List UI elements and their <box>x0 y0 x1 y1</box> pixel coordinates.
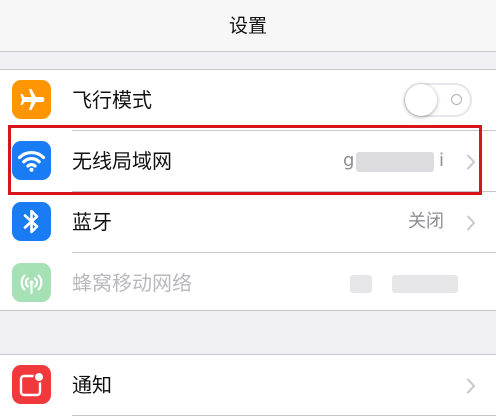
wifi-icon <box>12 141 51 180</box>
settings-row-airplane-mode: 飞行模式 <box>0 70 496 130</box>
row-divider <box>72 415 496 416</box>
settings-row-cellular: 蜂窝移动网络 <box>0 253 496 313</box>
wlan-network-name-start: g <box>343 150 355 171</box>
chevron-right-icon <box>467 378 475 394</box>
settings-group-connectivity: 飞行模式 无线局域网 g i 蓝牙 关闭 蜂窝移动网络 <box>0 69 496 311</box>
cellular-label: 蜂窝移动网络 <box>72 271 192 295</box>
bluetooth-status: 关闭 <box>408 211 444 232</box>
settings-group-notifications: 通知 <box>0 354 496 420</box>
wlan-network-name-end: i <box>439 150 445 171</box>
chevron-right-icon <box>467 154 475 170</box>
settings-row-bluetooth[interactable]: 蓝牙 关闭 <box>0 192 496 252</box>
page-title: 设置 <box>228 15 267 37</box>
wlan-network-name-redacted <box>356 152 434 172</box>
bluetooth-label: 蓝牙 <box>72 210 112 234</box>
airplane-icon <box>12 80 51 119</box>
settings-row-notifications[interactable]: 通知 <box>0 355 496 415</box>
airplane-mode-toggle[interactable] <box>404 83 472 117</box>
cellular-antenna-icon <box>12 263 51 302</box>
chevron-right-icon <box>467 215 475 231</box>
notifications-label: 通知 <box>72 373 112 397</box>
notifications-icon <box>12 365 51 404</box>
bluetooth-icon <box>12 202 51 241</box>
cellular-value-redacted <box>392 275 458 293</box>
toggle-off-indicator <box>451 94 462 105</box>
settings-row-wlan[interactable]: 无线局域网 g i <box>0 131 496 191</box>
airplane-mode-label: 飞行模式 <box>72 88 152 112</box>
wlan-label: 无线局域网 <box>72 149 172 173</box>
toggle-knob <box>405 84 437 116</box>
navigation-bar: 设置 <box>0 0 496 52</box>
cellular-value-redacted <box>350 275 372 293</box>
